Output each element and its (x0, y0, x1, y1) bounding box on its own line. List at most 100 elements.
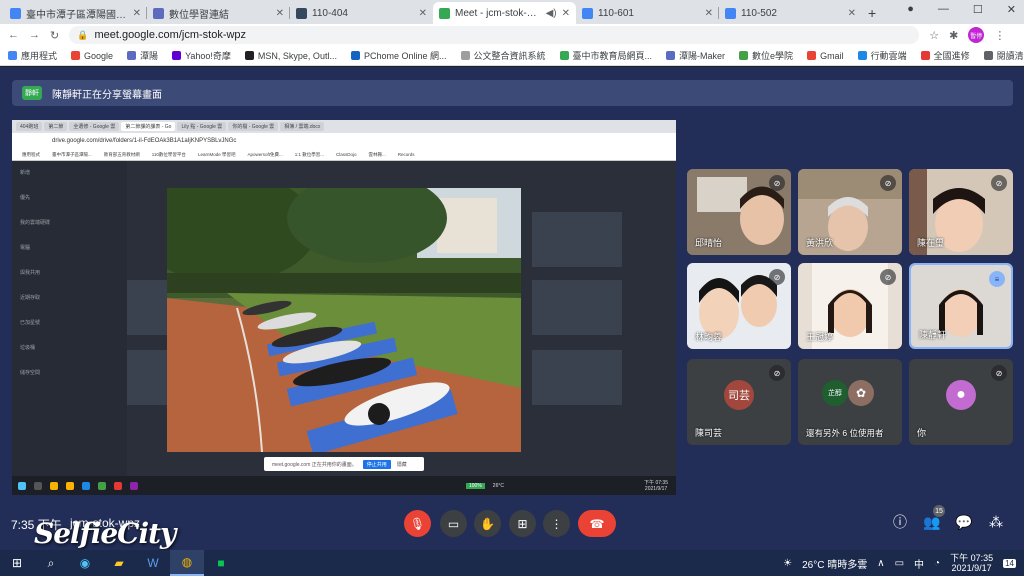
close-window-icon[interactable]: ✕ (1007, 3, 1016, 16)
browser-tab[interactable]: 110-601 ✕ (576, 2, 719, 24)
reload-icon[interactable]: ↻ (50, 29, 59, 42)
weather-icon[interactable]: ☀ (783, 558, 792, 569)
camera-toggle-button[interactable]: ▭ (440, 510, 467, 537)
bookmark-item[interactable]: 全國進修 (920, 49, 970, 62)
profile-circle-icon[interactable]: ● (907, 3, 914, 16)
browser-tab[interactable]: 臺中市潭子區潭陽國民小學 ✕ (4, 2, 147, 24)
file-explorer-icon[interactable]: ▰ (102, 550, 136, 576)
app-icon (130, 481, 138, 490)
edge-icon[interactable]: ◉ (68, 550, 102, 576)
close-tab-icon[interactable]: ✕ (562, 8, 570, 19)
participant-tile[interactable]: ⊘ 林昀蓉 (687, 263, 791, 349)
taskbar-clock[interactable]: 下午 07:35 2021/9/17 (950, 553, 993, 573)
chat-icon[interactable]: 💬 (955, 513, 973, 531)
menu-icon[interactable]: ⋮ (994, 29, 1005, 42)
chrome-icon (50, 481, 58, 490)
bookmark-item[interactable]: Gmail (807, 51, 844, 61)
meeting-info-icon[interactable]: ⓘ (891, 513, 909, 531)
shared-screen[interactable]: 404跑班 第二節 全選修 - Google 雲第二節課的課表 - Go Lily 點… (12, 120, 676, 495)
bookmark-item[interactable]: MSN, Skype, Outl... (244, 51, 337, 61)
browser-tab-active[interactable]: Meet - jcm-stok-wpz ◀) ✕ (433, 2, 576, 24)
bookmark-item[interactable]: 潭陽-Maker (666, 49, 725, 62)
hide-button[interactable]: 隱藏 (397, 461, 407, 468)
word-icon[interactable]: W (136, 550, 170, 576)
tab-title: Meet - jcm-stok-wpz (455, 7, 541, 19)
self-tile[interactable]: ● ⊘ 你 (909, 359, 1013, 445)
end-call-button[interactable]: ☎ (578, 510, 616, 537)
maximize-icon[interactable]: ☐ (973, 3, 983, 16)
word-icon (82, 481, 90, 490)
bookmark-item[interactable]: 臺中市教育局網頁... (559, 49, 652, 62)
more-options-button[interactable]: ⋮ (543, 510, 570, 537)
browser-tab[interactable]: 110-404 ✕ (290, 2, 433, 24)
document-icon (460, 51, 470, 60)
more-participants-tile[interactable]: 芷醇 ✿ 還有另外 6 位使用者 (798, 359, 902, 445)
windows-icon (18, 481, 26, 490)
shared-drive-sidebar: 新增 優先 我的雲端硬碟 電腦 與我共用 近期存取 已加星號 垃圾桶 儲存空間 (12, 161, 127, 476)
mic-off-icon: ⊘ (991, 175, 1007, 191)
ime-indicator[interactable]: 中 (914, 556, 924, 571)
reading-list[interactable]: 閱讀清單 (983, 49, 1024, 62)
audio-playing-icon[interactable]: ◀) (546, 8, 557, 19)
windows-start-icon[interactable]: ⊞ (0, 550, 34, 576)
activities-icon[interactable]: ⁂ (987, 513, 1005, 531)
participant-count-badge: 15 (933, 505, 945, 517)
notifications-icon[interactable]: 14 (1003, 558, 1016, 568)
browser-tab[interactable]: 數位學習連結 ✕ (147, 2, 290, 24)
tab-title: 110-601 (598, 7, 634, 19)
back-icon[interactable]: ← (8, 29, 19, 41)
minimize-icon[interactable]: — (938, 3, 949, 16)
more-vert-icon: ⋮ (550, 516, 563, 531)
participant-tile[interactable]: ⊘ 王冠婷 (798, 263, 902, 349)
star-icon[interactable]: ☆ (929, 29, 939, 42)
bookmark-item[interactable]: 數位e學院 (739, 49, 793, 62)
bookmark-icon (920, 51, 930, 60)
tab-title: 110-404 (312, 7, 348, 19)
forward-icon[interactable]: → (29, 29, 40, 41)
close-tab-icon[interactable]: ✕ (276, 8, 284, 19)
mic-toggle-button[interactable]: 🎙 (404, 510, 431, 537)
bookmark-item[interactable]: 公文整合資訊系統 (460, 49, 546, 62)
browser-toolbar: ← → ↻ 🔒 meet.google.com/jcm-stok-wpz ☆ ✱… (0, 24, 1024, 46)
bookmark-item[interactable]: 潭陽 (127, 49, 158, 62)
msn-icon (244, 51, 254, 60)
mic-off-icon: 🎙 (409, 516, 426, 531)
bookmark-item[interactable]: 應用程式 (8, 49, 57, 62)
participant-tile[interactable]: ⊘ 陳在璽 (909, 169, 1013, 255)
tab-favicon-icon (153, 7, 164, 19)
participant-tile[interactable]: ⊘ 邱晴怡 (687, 169, 791, 255)
present-button[interactable]: ⊞ (509, 510, 536, 537)
participant-tile-speaking[interactable]: ≡ 陳靜軒 (909, 263, 1013, 349)
raise-hand-button[interactable]: ✋ (474, 510, 501, 537)
profile-avatar[interactable]: 暫停 (968, 27, 985, 43)
wifi-icon[interactable]: ◔ (934, 558, 940, 569)
participant-tile[interactable]: ⊘ 黃洪欣 (798, 169, 902, 255)
tab-favicon-icon (296, 7, 307, 19)
address-bar[interactable]: 🔒 meet.google.com/jcm-stok-wpz (69, 26, 920, 44)
phone-hangup-icon: ☎ (589, 516, 605, 531)
close-tab-icon[interactable]: ✕ (705, 8, 713, 19)
close-tab-icon[interactable]: ✕ (848, 8, 856, 19)
stop-sharing-button[interactable]: 停止共用 (362, 459, 391, 469)
close-tab-icon[interactable]: ✕ (133, 8, 141, 19)
bookmark-item[interactable]: Yahoo!奇摩 (172, 49, 231, 62)
bookmark-item[interactable]: PChome Online 網... (350, 49, 447, 62)
line-icon[interactable]: ■ (204, 550, 238, 576)
participant-tile[interactable]: 司芸 ⊘ 陳司芸 (687, 359, 791, 445)
display-icon[interactable]: ▭ (895, 558, 904, 569)
new-tab-button[interactable]: + (862, 2, 886, 24)
search-icon[interactable]: ⌕ (34, 550, 68, 576)
mic-off-icon: ⊘ (769, 175, 785, 191)
lock-icon: 🔒 (77, 29, 89, 40)
browser-tab[interactable]: 110-502 ✕ (719, 2, 862, 24)
bookmark-item[interactable]: Google (71, 51, 113, 61)
presenting-text: 陳靜軒正在分享螢幕畫面 (52, 89, 162, 101)
chevron-up-icon[interactable]: ∧ (877, 558, 884, 569)
bookmark-item[interactable]: 行動雲端 (857, 49, 907, 62)
weather-text[interactable]: 26°C 晴時多雲 (802, 556, 867, 571)
close-tab-icon[interactable]: ✕ (419, 8, 427, 19)
extensions-icon[interactable]: ✱ (949, 29, 958, 42)
chrome-icon[interactable]: ◍ (170, 550, 204, 576)
participant-name: 陳在璽 (917, 238, 945, 248)
cloud-icon (857, 51, 867, 60)
